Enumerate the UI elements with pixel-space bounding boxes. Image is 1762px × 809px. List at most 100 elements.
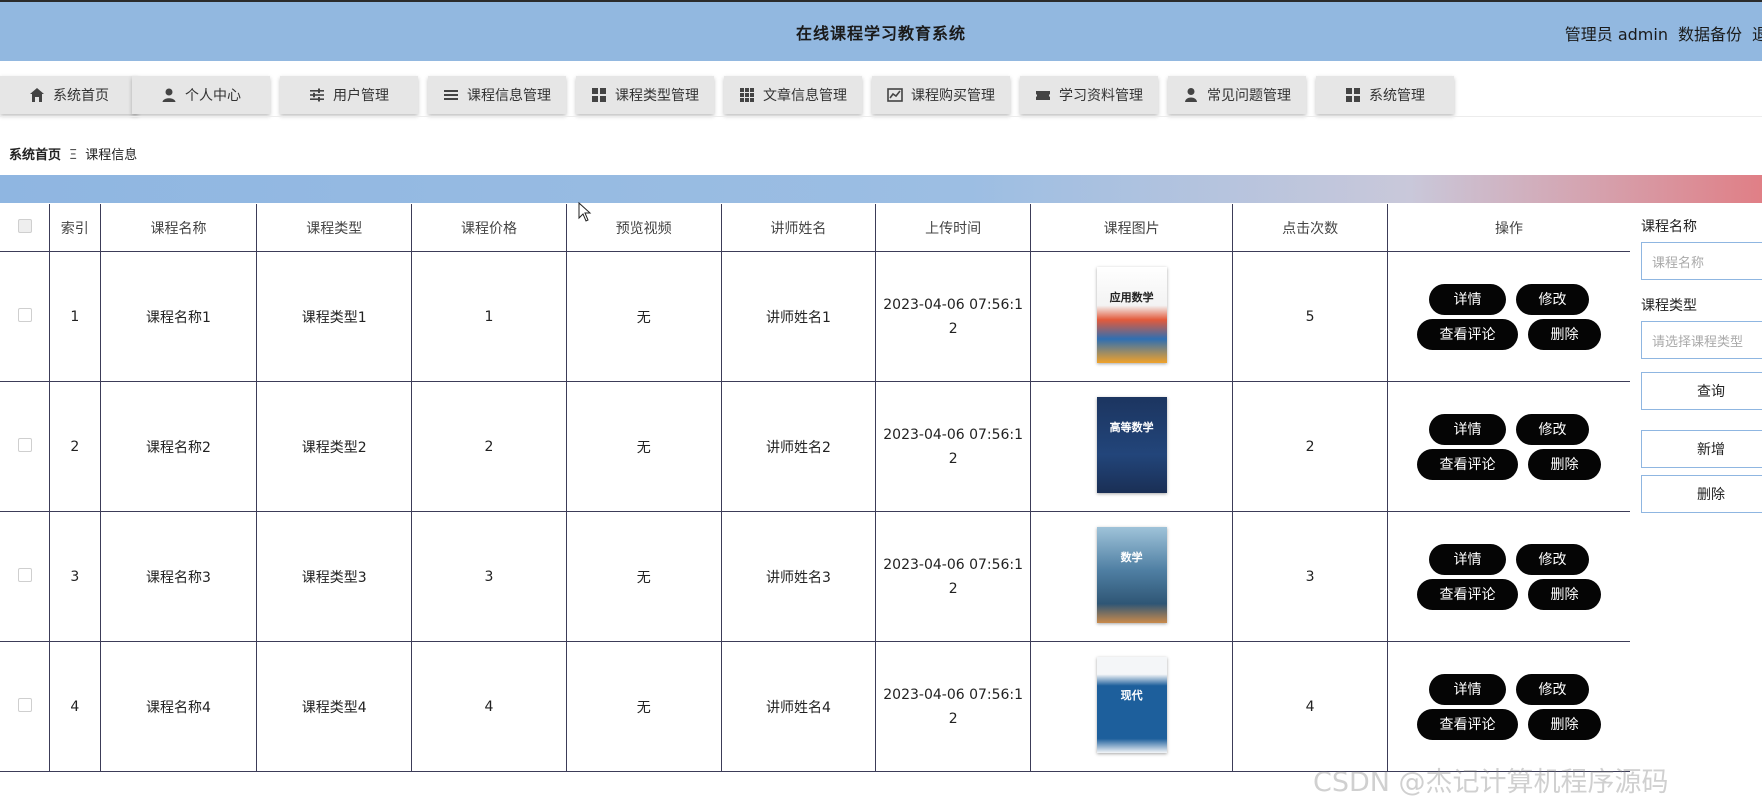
cover-title: 现代 (1120, 688, 1143, 702)
admin-user-label[interactable]: 管理员 admin (1565, 25, 1668, 44)
nav-item-articles[interactable]: 文章信息管理 (724, 76, 862, 114)
view-comments-button[interactable]: 查看评论 (1416, 448, 1518, 480)
table-row: 4 课程名称4 课程类型4 4 无 讲师姓名4 2023-04-06 07:56… (0, 641, 1630, 772)
nav-label: 课程信息管理 (467, 88, 551, 104)
course-table: 索引 课程名称 课程类型 课程价格 预览视频 讲师姓名 上传时间 课程图片 点击… (0, 204, 1630, 772)
cover-title: 应用数学 (1109, 290, 1154, 304)
logout-link[interactable]: 退 (1752, 25, 1762, 44)
nav-item-materials[interactable]: 学习资料管理 (1020, 76, 1158, 114)
view-comments-button[interactable]: 查看评论 (1416, 318, 1518, 350)
apps-icon (739, 87, 755, 103)
index-cell: 3 (49, 511, 101, 642)
teacher-cell: 讲师姓名4 (721, 641, 877, 772)
nav-label: 课程购买管理 (911, 88, 995, 104)
data-backup-link[interactable]: 数据备份 (1678, 25, 1742, 44)
course-name-cell: 课程名称2 (100, 381, 258, 512)
sliders-icon (309, 87, 325, 103)
upload-time-part: 2 (948, 320, 958, 337)
detail-button[interactable]: 详情 (1428, 543, 1506, 575)
view-comments-button[interactable]: 查看评论 (1416, 578, 1518, 610)
teacher-cell: 讲师姓名1 (721, 251, 877, 382)
course-cover-image[interactable]: 数学 (1096, 526, 1167, 623)
detail-button[interactable]: 详情 (1428, 673, 1506, 705)
actions-cell: 详情 修改 查看评论 删除 (1387, 511, 1630, 642)
detail-button[interactable]: 详情 (1428, 283, 1506, 315)
add-button[interactable]: 新增 (1641, 430, 1762, 468)
nav-item-users[interactable]: 用户管理 (280, 76, 418, 114)
course-cover-image[interactable]: 高等数学 (1096, 396, 1167, 493)
edit-button[interactable]: 修改 (1515, 283, 1589, 315)
course-image-cell: 现代 (1030, 641, 1234, 772)
nav-label: 课程类型管理 (615, 88, 699, 104)
column-header: 点击次数 (1232, 204, 1388, 252)
query-button[interactable]: 查询 (1641, 372, 1762, 410)
actions-cell: 详情 修改 查看评论 删除 (1387, 641, 1630, 772)
home-icon (29, 87, 45, 103)
index-cell: 1 (49, 251, 101, 382)
detail-button[interactable]: 详情 (1428, 413, 1506, 445)
teacher-cell: 讲师姓名2 (721, 381, 877, 512)
column-header: 课程名称 (100, 204, 258, 252)
delete-button[interactable]: 删除 (1527, 448, 1601, 480)
clicks-cell: 2 (1232, 381, 1388, 512)
upload-time-cell: 2023-04-06 07:56:1 2 (875, 641, 1032, 772)
edit-button[interactable]: 修改 (1515, 673, 1589, 705)
upload-time-cell: 2023-04-06 07:56:1 2 (875, 381, 1032, 512)
nav-item-course-info[interactable]: 课程信息管理 (428, 76, 566, 114)
upload-time-part: 2023-04-06 07:56:1 (883, 686, 1024, 703)
upload-time-part: 2023-04-06 07:56:1 (883, 296, 1024, 313)
nav-label: 用户管理 (333, 88, 389, 104)
course-cover-image[interactable]: 现代 (1096, 656, 1167, 753)
upload-time-cell: 2023-04-06 07:56:1 2 (875, 511, 1032, 642)
row-checkbox[interactable] (17, 437, 32, 452)
clicks-cell: 5 (1232, 251, 1388, 382)
cover-title: 数学 (1120, 550, 1143, 564)
nav-item-course-type[interactable]: 课程类型管理 (576, 76, 714, 114)
batch-delete-button[interactable]: 删除 (1641, 475, 1762, 513)
nav-item-faq[interactable]: 常见问题管理 (1168, 76, 1306, 114)
course-cover-image[interactable]: 应用数学 (1096, 266, 1167, 363)
upload-time-part: 2 (948, 450, 958, 467)
price-cell: 3 (411, 511, 567, 642)
delete-button[interactable]: 删除 (1527, 318, 1601, 350)
breadcrumb-home[interactable]: 系统首页 (9, 148, 61, 163)
upload-time-part: 2 (948, 710, 958, 727)
ticket-icon (1035, 87, 1051, 103)
delete-button[interactable]: 删除 (1527, 578, 1601, 610)
row-checkbox[interactable] (17, 697, 32, 712)
column-header: 索引 (49, 204, 101, 252)
nav-item-purchases[interactable]: 课程购买管理 (872, 76, 1010, 114)
row-checkbox[interactable] (17, 567, 32, 582)
course-type-cell: 课程类型2 (256, 381, 413, 512)
column-header: 讲师姓名 (721, 204, 877, 252)
row-checkbox[interactable] (17, 307, 32, 322)
edit-button[interactable]: 修改 (1515, 413, 1589, 445)
table-row: 2 课程名称2 课程类型2 2 无 讲师姓名2 2023-04-06 07:56… (0, 381, 1630, 512)
row-select-cell (0, 511, 51, 642)
breadcrumb-current: 课程信息 (85, 148, 138, 163)
price-cell: 4 (411, 641, 567, 772)
delete-button[interactable]: 删除 (1527, 708, 1601, 740)
select-all-checkbox[interactable] (17, 218, 32, 233)
course-type-select[interactable]: 请选择课程类型 (1641, 321, 1762, 359)
table-row: 3 课程名称3 课程类型3 3 无 讲师姓名3 2023-04-06 07:56… (0, 511, 1630, 642)
nav-label: 常见问题管理 (1207, 88, 1291, 104)
nav-item-home[interactable]: 系统首页 (0, 76, 138, 114)
edit-button[interactable]: 修改 (1515, 543, 1589, 575)
preview-video-cell: 无 (566, 381, 722, 512)
breadcrumb: 系统首页 Ξ 课程信息 (9, 144, 137, 163)
nav-label: 文章信息管理 (763, 88, 847, 104)
nav-item-system[interactable]: 系统管理 (1316, 76, 1454, 114)
column-header: 课程类型 (256, 204, 413, 252)
index-cell: 4 (49, 641, 101, 772)
actions-cell: 详情 修改 查看评论 删除 (1387, 251, 1630, 382)
grid-icon (591, 87, 607, 103)
course-image-cell: 数学 (1030, 511, 1234, 642)
course-name-input[interactable]: 课程名称 (1641, 242, 1762, 280)
nav-item-profile[interactable]: 个人中心 (132, 76, 270, 114)
upload-time-part: 2023-04-06 07:56:1 (883, 556, 1024, 573)
view-comments-button[interactable]: 查看评论 (1416, 708, 1518, 740)
chart-icon (887, 87, 903, 103)
course-image-cell: 高等数学 (1030, 381, 1234, 512)
course-type-cell: 课程类型4 (256, 641, 413, 772)
